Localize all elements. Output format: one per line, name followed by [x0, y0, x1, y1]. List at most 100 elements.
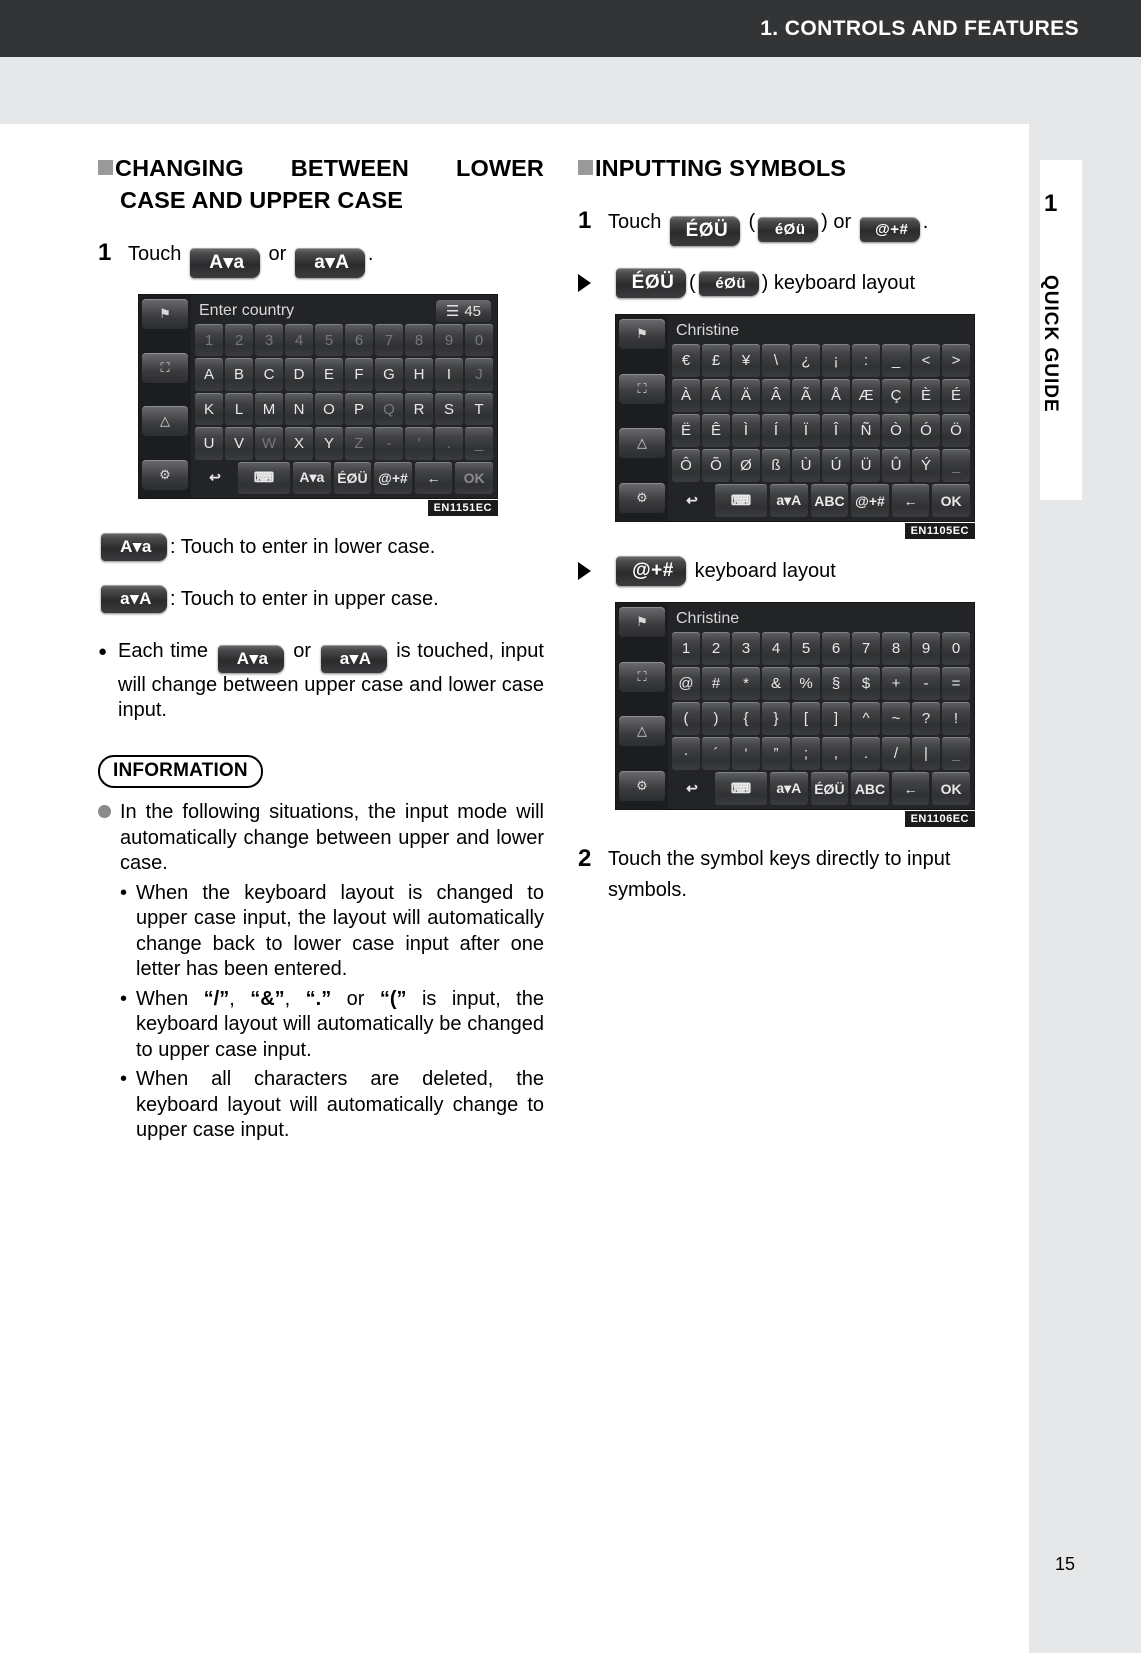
key[interactable]: . [435, 427, 463, 460]
key[interactable]: È [912, 379, 940, 412]
key[interactable]: 5 [315, 324, 343, 357]
key[interactable]: T [465, 392, 493, 426]
key[interactable]: ¿ [792, 344, 820, 377]
key[interactable]: _ [942, 449, 970, 482]
key-chip-accents-lower-head[interactable]: éØü [698, 270, 759, 296]
key[interactable]: ; [792, 737, 820, 770]
key[interactable]: 1 [672, 632, 700, 665]
key[interactable]: É [942, 379, 970, 412]
key[interactable]: R [405, 392, 433, 426]
screen1-result-count[interactable]: ☰ 45 [435, 300, 491, 322]
key[interactable]: Ú [822, 449, 850, 482]
key[interactable]: £ [702, 344, 730, 377]
fn-key-abc[interactable]: ABC [810, 484, 849, 517]
key[interactable]: ] [822, 702, 850, 735]
key[interactable]: , [822, 737, 850, 770]
settings-gear-icon[interactable]: ⚙ [619, 770, 665, 801]
key[interactable]: > [942, 344, 970, 377]
settings-gear-icon[interactable]: ⚙ [619, 482, 665, 513]
key[interactable]: W [255, 427, 283, 460]
key[interactable]: _ [942, 737, 970, 770]
warning-triangle-icon[interactable]: △ [619, 428, 665, 459]
key[interactable]: Ý [912, 449, 940, 482]
key[interactable]: ‘ [732, 737, 760, 770]
key[interactable]: ! [942, 702, 970, 735]
fn-key-symbols[interactable]: @+# [851, 484, 889, 517]
key[interactable]: Q [375, 392, 403, 426]
key[interactable]: E [315, 358, 343, 391]
fn-key-backspace[interactable]: ← [891, 772, 930, 805]
key[interactable]: Ê [702, 414, 730, 447]
key[interactable]: € [672, 344, 700, 377]
key[interactable]: 3 [732, 632, 760, 665]
key[interactable]: · [672, 737, 700, 770]
key[interactable]: # [702, 667, 730, 700]
key[interactable]: A [195, 358, 223, 391]
key[interactable]: Î [822, 414, 850, 447]
key[interactable]: M [255, 392, 283, 426]
keyboard-layout-icon[interactable]: ⌨ [715, 484, 767, 517]
fn-key-case-toggle[interactable]: a▾A [770, 772, 808, 805]
key[interactable]: Û [882, 449, 910, 482]
key[interactable]: Z [345, 427, 373, 460]
key[interactable]: K [195, 392, 223, 426]
key[interactable]: ( [672, 702, 700, 735]
key[interactable]: P [345, 392, 373, 426]
key[interactable]: 8 [405, 324, 433, 357]
key[interactable]: Ò [882, 414, 910, 447]
fn-key-ok[interactable]: OK [455, 461, 493, 495]
settings-gear-icon[interactable]: ⚙ [142, 459, 188, 490]
key[interactable]: Y [315, 427, 343, 460]
key[interactable]: Å [822, 379, 850, 412]
key[interactable]: 8 [882, 632, 910, 665]
key[interactable]: Õ [702, 449, 730, 482]
key-chip-accents-upper[interactable]: ÉØÜ [669, 216, 740, 246]
key[interactable]: J [465, 358, 493, 391]
key[interactable]: 3 [255, 324, 283, 357]
key[interactable]: C [255, 358, 283, 391]
flag-destination-icon[interactable]: ⚑ [619, 607, 665, 637]
key-chip-symbols[interactable]: @+# [859, 217, 920, 242]
key[interactable]: 2 [225, 324, 253, 357]
key[interactable]: _ [882, 344, 910, 377]
key[interactable]: 4 [762, 632, 790, 665]
back-arrow-icon[interactable]: ↩ [672, 772, 712, 805]
fn-key-accents[interactable]: ÉØÜ [810, 772, 849, 805]
key[interactable]: 6 [822, 632, 850, 665]
key[interactable]: 9 [435, 324, 463, 357]
key[interactable]: Á [702, 379, 730, 412]
key[interactable]: ß [762, 449, 790, 482]
key[interactable]: & [762, 667, 790, 700]
key[interactable]: Ä [732, 379, 760, 412]
key-chip-accents-lower[interactable]: éØü [758, 217, 819, 242]
fn-key-abc[interactable]: ABC [851, 772, 889, 805]
key[interactable]: 1 [195, 324, 223, 357]
key[interactable]: O [315, 392, 343, 426]
key[interactable]: Ø [732, 449, 760, 482]
back-arrow-icon[interactable]: ↩ [195, 462, 235, 494]
key[interactable]: ” [762, 737, 790, 770]
key[interactable]: Ì [732, 414, 760, 447]
key[interactable]: 0 [942, 632, 970, 665]
key[interactable]: Í [762, 414, 790, 447]
key-chip-lowercase[interactable]: A▾a [189, 248, 260, 278]
key[interactable]: ^ [852, 702, 880, 735]
key[interactable]: Ô [672, 449, 700, 482]
flag-destination-icon[interactable]: ⚑ [142, 299, 188, 329]
key[interactable]: = [942, 667, 970, 700]
key[interactable]: - [912, 667, 940, 700]
key[interactable]: \ [762, 344, 790, 377]
warning-triangle-icon[interactable]: △ [619, 716, 665, 747]
key[interactable]: H [405, 358, 433, 391]
key[interactable]: - [375, 427, 403, 460]
key[interactable]: $ [852, 667, 880, 700]
key[interactable]: < [912, 344, 940, 377]
key[interactable]: Ã [792, 379, 820, 412]
key-chip-symbols-head[interactable]: @+# [616, 556, 686, 586]
key[interactable]: [ [792, 702, 820, 735]
fn-key-ok[interactable]: OK [932, 484, 970, 517]
key[interactable]: Ü [852, 449, 880, 482]
key-chip-lowercase-bullet[interactable]: A▾a [217, 645, 284, 673]
key[interactable]: . [852, 737, 880, 770]
key[interactable]: @ [672, 667, 700, 700]
